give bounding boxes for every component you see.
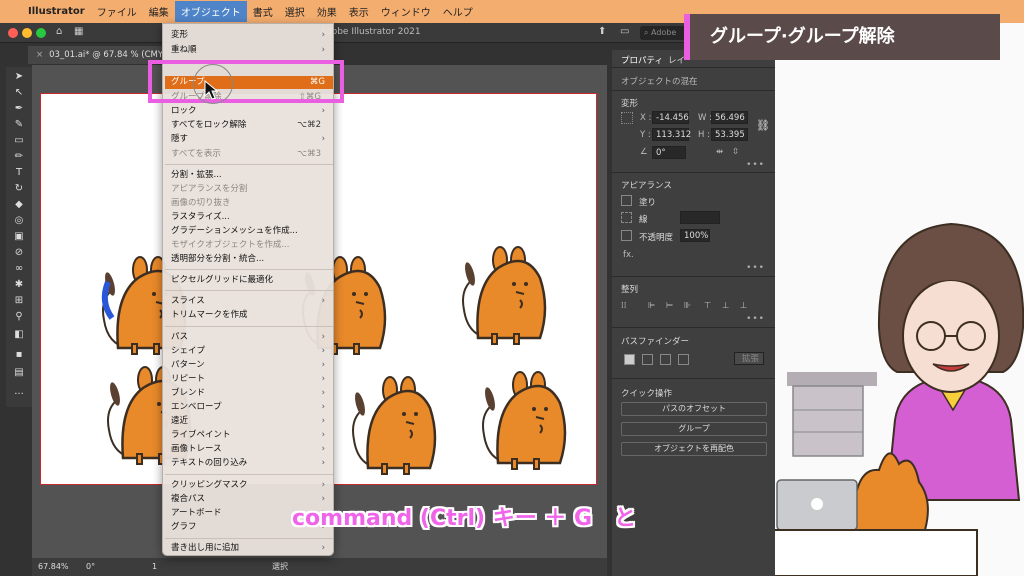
menu-item-object-mosaic: モザイクオブジェクトを作成...: [171, 240, 290, 250]
menu-item-pixel-perfect[interactable]: ピクセルグリッドに最適化: [171, 274, 329, 287]
menu-separator: [165, 326, 333, 327]
menu-separator: [165, 164, 333, 165]
subtitle-caption: command (Ctrl) キー ＋ G と: [292, 506, 637, 531]
creature-illustration[interactable]: [351, 375, 437, 476]
menu-item-text-wrap[interactable]: テキストの回り込み ›: [171, 457, 329, 470]
caption-banner: グループ·グループ解除: [684, 14, 1000, 60]
highlight-frame: [148, 60, 344, 103]
menu-item-expand[interactable]: 分割・拡張...: [171, 169, 329, 182]
creature-illustration[interactable]: [481, 370, 567, 471]
menu-separator: [165, 290, 333, 291]
menu-item-show-all: すべてを表示 ⌥⌘3: [171, 149, 321, 159]
menu-item-hide[interactable]: 隠す ›: [171, 133, 329, 146]
menu-item-lock[interactable]: ロック ›: [171, 105, 329, 118]
creature-illustration[interactable]: [461, 245, 547, 346]
menu-separator: [165, 474, 333, 475]
menu-item-pattern[interactable]: パターン ›: [171, 359, 329, 372]
menu-item-flatten-transparency[interactable]: 透明部分を分割・統合...: [171, 253, 329, 266]
menu-item-rasterize[interactable]: ラスタライズ...: [171, 211, 329, 224]
menu-item-slice[interactable]: スライス ›: [171, 295, 329, 308]
menu-item-perspective[interactable]: 遠近 ›: [171, 415, 329, 428]
menu-item-trim-marks[interactable]: トリムマークを作成: [171, 309, 329, 322]
menu-item-transform[interactable]: 変形 ›: [171, 29, 329, 42]
menu-item-path[interactable]: パス ›: [171, 331, 329, 344]
menu-separator: [165, 538, 333, 539]
menu-item-clipping-mask[interactable]: クリッピングマスク ›: [171, 479, 329, 492]
menu-item-arrange[interactable]: 重ね順 ›: [171, 44, 329, 57]
presenter-illustration: [775, 60, 1024, 576]
menu-item-envelope[interactable]: エンベロープ ›: [171, 401, 329, 414]
menu-item-blend[interactable]: ブレンド ›: [171, 387, 329, 400]
menu-item-live-paint[interactable]: ライブペイント ›: [171, 429, 329, 442]
mouse-pointer-icon: [204, 80, 218, 100]
menu-separator: [165, 269, 333, 270]
menu-item-shape[interactable]: シェイプ ›: [171, 345, 329, 358]
menu-item-unlock-all[interactable]: すべてをロック解除 ⌥⌘2: [171, 119, 329, 132]
menu-item-gradient-mesh[interactable]: グラデーションメッシュを作成...: [171, 225, 329, 238]
menu-item-crop-image: 画像の切り抜き: [171, 198, 231, 208]
menu-item-repeat[interactable]: リピート ›: [171, 373, 329, 386]
menu-item-image-trace[interactable]: 画像トレース ›: [171, 443, 329, 456]
menu-item-add-to-export[interactable]: 書き出し用に追加 ›: [171, 542, 329, 555]
menu-item-expand-appearance: アピアランスを分割: [171, 184, 248, 194]
